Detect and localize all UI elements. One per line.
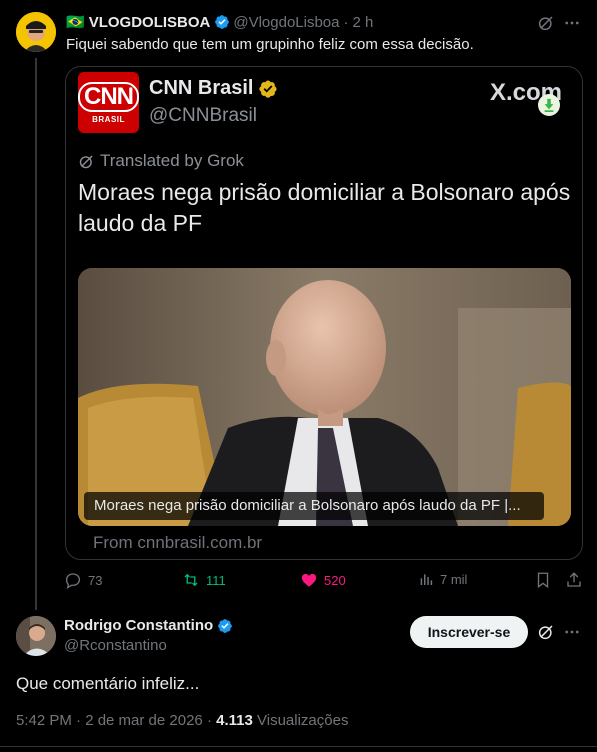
quote-author-name: CNN Brasil (149, 77, 278, 100)
like-icon (301, 573, 317, 587)
download-icon[interactable] (538, 94, 560, 116)
tweet1-separator: · (343, 13, 349, 31)
tweet2-meta: 5:42 PM · 2 de mar de 2026 · 4.113 Visua… (16, 712, 348, 729)
cnn-logo-subtext: BRASIL (92, 114, 125, 124)
tweet2-handle[interactable]: @Rconstantino (64, 637, 167, 654)
cnn-brasil-logo: CNN BRASIL (78, 72, 139, 133)
subscribe-button[interactable]: Inscrever-se (410, 616, 528, 648)
views-count: 7 mil (440, 571, 468, 587)
article-photo[interactable]: Moraes nega prisão domiciliar a Bolsonar… (78, 268, 571, 526)
reply-icon (65, 573, 81, 589)
repost-button[interactable]: 111 (182, 571, 226, 589)
reply-button[interactable]: 73 (64, 571, 102, 589)
verified-badge-icon (218, 618, 233, 633)
thread-line (35, 58, 37, 610)
quote-author-handle: @CNNBrasil (149, 105, 257, 126)
like-button[interactable]: 520 (300, 571, 346, 589)
source-link[interactable]: From cnnbrasil.com.br (93, 533, 262, 553)
tweet2-author-name[interactable]: Rodrigo Constantino (64, 617, 236, 634)
like-count: 520 (324, 572, 346, 588)
divider (0, 746, 597, 747)
tweet2-text: Que comentário infeliz... (16, 674, 200, 693)
flag-emoji: 🇧🇷 (66, 14, 85, 31)
avatar-vlogdolisboa[interactable] (16, 12, 56, 52)
tweet2-views-label: Visualizações (257, 712, 349, 729)
tweet1-author-name[interactable]: VLOGDOLISBOA (89, 14, 211, 31)
more-icon[interactable] (561, 12, 583, 34)
share-button[interactable] (565, 571, 589, 589)
views-button[interactable]: 7 mil (418, 571, 467, 587)
tweet2-timestamp[interactable]: 5:42 PM · 2 de mar de 2026 · (16, 712, 212, 729)
tweet1-time[interactable]: 2 h (353, 14, 374, 31)
tweet1-handle[interactable]: @VlogdoLisboa (233, 14, 339, 31)
repost-icon (184, 573, 198, 587)
share-icon (567, 572, 581, 587)
translated-by-grok: Translated by Grok (78, 151, 244, 171)
views-icon (420, 574, 433, 585)
avatar-rodrigo-constantino[interactable] (16, 616, 56, 656)
photo-caption: Moraes nega prisão domiciliar a Bolsonar… (84, 492, 544, 520)
quote-headline: Moraes nega prisão domiciliar a Bolsonar… (78, 179, 571, 236)
more-icon[interactable] (561, 621, 583, 643)
cnn-logo-text: CNN (78, 81, 139, 112)
verified-badge-icon (215, 15, 230, 29)
grok-small-icon (79, 154, 93, 168)
repost-count: 111 (206, 572, 226, 588)
tweet2-view-count: 4.113 (216, 712, 253, 729)
tweet1-text: Fiquei sabendo que tem um grupinho feliz… (66, 36, 474, 53)
grok-icon[interactable] (535, 12, 557, 34)
bookmark-button[interactable] (534, 571, 558, 589)
tweet1-header: 🇧🇷 VLOGDOLISBOA @VlogdoLisboa · 2 h (66, 13, 374, 32)
grok-icon[interactable] (535, 621, 557, 643)
gold-verified-badge-icon (259, 79, 278, 98)
quoted-card[interactable]: CNN BRASIL CNN Brasil @CNNBrasil X.com T… (65, 66, 583, 560)
moraes-photo (78, 268, 571, 526)
reply-count: 73 (88, 572, 103, 588)
bookmark-icon (537, 572, 549, 589)
